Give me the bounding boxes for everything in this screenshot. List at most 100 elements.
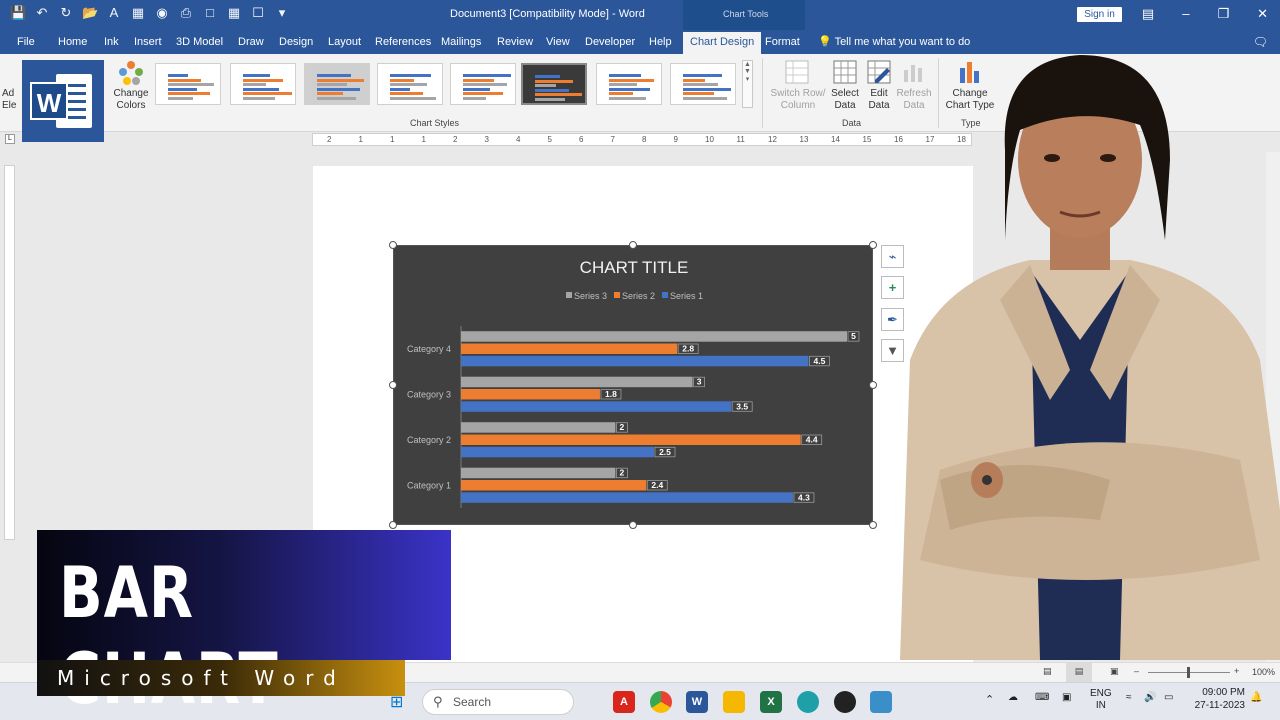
- tab-insert[interactable]: Insert: [134, 36, 162, 48]
- tab-3d-model[interactable]: 3D Model: [176, 36, 223, 48]
- media-app-icon[interactable]: [834, 691, 856, 713]
- thumbnail-bar: [317, 78, 364, 82]
- chart-style-thumbnail[interactable]: [230, 63, 296, 105]
- tab-review[interactable]: Review: [497, 36, 533, 48]
- quick-access-toolbar: 💾 ↶ ↻ 📂 A ▦ ◉ ⎙ □ ▦ ☐ ▾: [10, 5, 290, 21]
- keyboard-icon[interactable]: ⌨: [1035, 692, 1049, 703]
- tab-chart-design[interactable]: Chart Design: [683, 32, 762, 54]
- chart-style-thumbnail[interactable]: [596, 63, 662, 105]
- chart-style-thumbnail[interactable]: [450, 63, 516, 105]
- close-icon[interactable]: ✕: [1257, 6, 1268, 22]
- resize-handle[interactable]: [869, 381, 877, 389]
- chart-title: CHART TITLE: [580, 258, 689, 277]
- zoom-level[interactable]: 100%: [1252, 667, 1275, 677]
- tab-ink[interactable]: Ink: [104, 36, 119, 48]
- switch-row-column-button[interactable]: Switch Row/ Column: [768, 88, 828, 112]
- battery-icon[interactable]: ▭: [1164, 692, 1173, 703]
- resize-handle[interactable]: [869, 521, 877, 529]
- print-layout-icon[interactable]: ▤: [1066, 663, 1092, 682]
- tab-references[interactable]: References: [375, 36, 431, 48]
- edge-icon[interactable]: [797, 691, 819, 713]
- wifi-icon[interactable]: ≈: [1126, 692, 1132, 703]
- ruler-number: 5: [547, 135, 552, 144]
- tab-file[interactable]: File: [17, 36, 35, 48]
- sign-in-button[interactable]: Sign in: [1077, 7, 1122, 22]
- excel-icon[interactable]: X: [760, 691, 782, 713]
- redo-icon[interactable]: ↻: [58, 5, 74, 21]
- change-colors-button[interactable]: Change Colors: [108, 88, 154, 112]
- resize-handle[interactable]: [389, 521, 397, 529]
- keyboard-app-icon[interactable]: [870, 691, 892, 713]
- undo-icon[interactable]: ↶: [34, 5, 50, 21]
- add-chart-element-button[interactable]: Ad Ele: [2, 88, 24, 112]
- format-icon[interactable]: ▦: [130, 5, 146, 21]
- chart-style-thumbnail[interactable]: [670, 63, 736, 105]
- chart-style-thumbnail[interactable]: [377, 63, 443, 105]
- tab-layout[interactable]: Layout: [328, 36, 361, 48]
- table-icon[interactable]: ▦: [226, 5, 242, 21]
- chart-style-thumbnail[interactable]: [304, 63, 370, 105]
- thumbnail-bar: [463, 96, 486, 100]
- tab-view[interactable]: View: [546, 36, 570, 48]
- tab-selector[interactable]: L: [5, 134, 15, 144]
- chrome-icon[interactable]: [650, 691, 672, 713]
- ruler-number: 11: [736, 135, 745, 144]
- save-icon[interactable]: 💾: [10, 5, 26, 21]
- gallery-scroll[interactable]: ▲ ▼ ▾: [742, 60, 753, 108]
- tab-format[interactable]: Format: [765, 36, 800, 48]
- notification-icon[interactable]: 🔔: [1250, 692, 1262, 703]
- word-taskbar-icon[interactable]: W: [686, 691, 708, 713]
- onedrive-icon[interactable]: ☁: [1008, 692, 1018, 703]
- tab-developer[interactable]: Developer: [585, 36, 635, 48]
- switch-row-column-icon: [785, 60, 809, 89]
- zoom-slider-thumb[interactable]: [1187, 667, 1190, 678]
- acrobat-icon[interactable]: A: [613, 691, 635, 713]
- taskbar-search[interactable]: ⚲ Search: [422, 689, 574, 715]
- resize-handle[interactable]: [629, 241, 637, 249]
- tab-home[interactable]: Home: [58, 36, 87, 48]
- tab-help[interactable]: Help: [649, 36, 672, 48]
- tray-overflow-icon[interactable]: ⌃: [985, 693, 994, 706]
- web-layout-icon[interactable]: ▣: [1110, 666, 1119, 677]
- clock[interactable]: 09:00 PM 27-11-2023: [1190, 687, 1245, 711]
- thumbnail-bar: [609, 96, 646, 100]
- vertical-ruler[interactable]: [4, 165, 15, 540]
- chart-styles-group-label: Chart Styles: [410, 118, 460, 128]
- resize-handle[interactable]: [869, 241, 877, 249]
- read-mode-icon[interactable]: ▤: [1043, 666, 1052, 677]
- ruler-number: 12: [768, 135, 777, 144]
- page-icon[interactable]: □: [202, 5, 218, 21]
- horizontal-ruler[interactable]: 2 1 1 1 2 3 4 5 6 7 8 9 10 11 12 13 14 15 16 17 18: [312, 133, 972, 146]
- maximize-icon[interactable]: ❐: [1217, 6, 1229, 22]
- tab-draw[interactable]: Draw: [238, 36, 264, 48]
- data-label: 2.4: [651, 480, 663, 490]
- tab-mailings[interactable]: Mailings: [441, 36, 481, 48]
- display-icon[interactable]: ▣: [1062, 692, 1071, 703]
- tab-design[interactable]: Design: [279, 36, 313, 48]
- print-icon[interactable]: ⎙: [178, 5, 194, 21]
- volume-icon[interactable]: 🔊: [1144, 692, 1156, 703]
- bar-chart[interactable]: CHART TITLE Series 3 Series 2 Series 1 Categ…: [393, 245, 873, 525]
- chart-style-thumbnail[interactable]: [521, 63, 587, 105]
- chart-style-thumbnail[interactable]: [155, 63, 221, 105]
- open-icon[interactable]: 📂: [82, 5, 98, 21]
- shape-icon[interactable]: ◉: [154, 5, 170, 21]
- zoom-out-icon[interactable]: –: [1134, 666, 1139, 676]
- thumbnail-bar: [243, 87, 279, 91]
- customize-qat-icon[interactable]: ▾: [274, 5, 290, 21]
- resize-handle[interactable]: [389, 241, 397, 249]
- zoom-in-icon[interactable]: +: [1234, 666, 1239, 676]
- resize-handle[interactable]: [629, 521, 637, 529]
- ribbon-display-icon[interactable]: ▤: [1142, 6, 1154, 22]
- thumbnail-bar: [463, 83, 507, 86]
- window-controls: ▤ – ❐ ✕: [1142, 6, 1268, 22]
- data-group-label: Data: [842, 118, 862, 128]
- preview-icon[interactable]: ☐: [250, 5, 266, 21]
- minimize-icon[interactable]: –: [1182, 6, 1189, 22]
- language-indicator[interactable]: ENG IN: [1090, 688, 1112, 712]
- resize-handle[interactable]: [389, 381, 397, 389]
- file-explorer-icon[interactable]: [723, 691, 745, 713]
- font-icon[interactable]: A: [106, 5, 122, 21]
- data-label: 2: [620, 422, 625, 432]
- select-data-button[interactable]: Select Data: [828, 88, 862, 112]
